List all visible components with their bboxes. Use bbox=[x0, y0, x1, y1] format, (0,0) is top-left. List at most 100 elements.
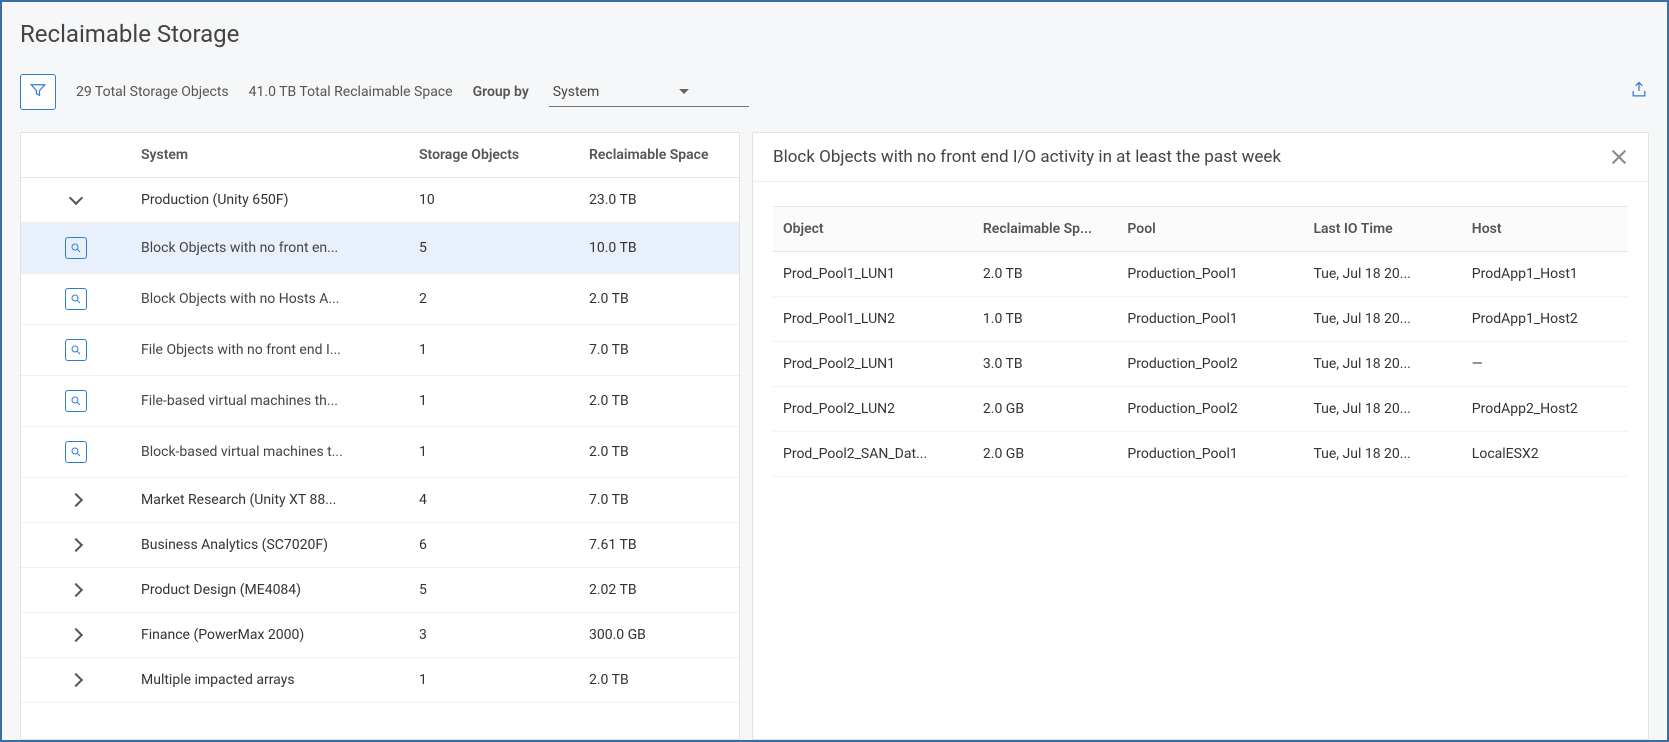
system-row[interactable]: Market Research (Unity XT 88... 4 7.0 TB bbox=[21, 478, 739, 523]
rule-row[interactable]: File Objects with no front end I... 1 7.… bbox=[21, 325, 739, 376]
object-link[interactable]: Prod_Pool2_LUN1 bbox=[773, 342, 967, 386]
chevron-right-icon[interactable] bbox=[69, 628, 83, 642]
toolbar: 29 Total Storage Objects 41.0 TB Total R… bbox=[20, 74, 1649, 110]
rule-space: 7.0 TB bbox=[579, 328, 739, 372]
system-row[interactable]: Product Design (ME4084) 5 2.02 TB bbox=[21, 568, 739, 613]
system-space: 23.0 TB bbox=[579, 178, 739, 222]
total-objects-text: 29 Total Storage Objects bbox=[76, 84, 229, 100]
row-host: ProdApp1_Host2 bbox=[1462, 297, 1628, 341]
system-space: 7.61 TB bbox=[579, 523, 739, 567]
system-space: 7.0 TB bbox=[579, 478, 739, 522]
system-row[interactable]: Production (Unity 650F) 10 23.0 TB bbox=[21, 178, 739, 223]
pool-link[interactable]: Production_Pool2 bbox=[1117, 387, 1297, 431]
row-host: ProdApp2_Host2 bbox=[1462, 387, 1628, 431]
rule-space: 2.0 TB bbox=[579, 430, 739, 474]
rule-objects: 1 bbox=[409, 379, 579, 423]
chevron-right-icon[interactable] bbox=[69, 493, 83, 507]
export-button[interactable] bbox=[1629, 78, 1649, 106]
rule-objects: 1 bbox=[409, 328, 579, 372]
rule-space: 2.0 TB bbox=[579, 277, 739, 321]
system-name[interactable]: Finance (PowerMax 2000) bbox=[131, 613, 409, 657]
system-name: Multiple impacted arrays bbox=[131, 658, 409, 702]
system-objects: 4 bbox=[409, 478, 579, 522]
col-host[interactable]: Host bbox=[1462, 207, 1628, 251]
system-name[interactable]: Business Analytics (SC7020F) bbox=[131, 523, 409, 567]
system-objects: 6 bbox=[409, 523, 579, 567]
pool-link[interactable]: Production_Pool1 bbox=[1117, 297, 1297, 341]
chevron-right-icon[interactable] bbox=[69, 673, 83, 687]
system-row[interactable]: Multiple impacted arrays 1 2.0 TB bbox=[21, 658, 739, 703]
system-objects: 5 bbox=[409, 568, 579, 612]
pool-link[interactable]: Production_Pool1 bbox=[1117, 252, 1297, 296]
col-pool[interactable]: Pool bbox=[1117, 207, 1297, 251]
rule-space: 10.0 TB bbox=[579, 226, 739, 270]
row-space: 3.0 TB bbox=[973, 342, 1112, 386]
row-last-io: Tue, Jul 18 20... bbox=[1303, 432, 1455, 476]
page-title: Reclaimable Storage bbox=[20, 20, 1649, 48]
row-last-io: Tue, Jul 18 20... bbox=[1303, 342, 1455, 386]
col-system[interactable]: System bbox=[131, 133, 409, 177]
table-row[interactable]: Prod_Pool1_LUN2 1.0 TB Production_Pool1 … bbox=[773, 297, 1628, 342]
rule-name: Block Objects with no front en... bbox=[131, 226, 409, 270]
col-storage-objects[interactable]: Storage Objects bbox=[409, 133, 579, 177]
rule-icon bbox=[65, 339, 87, 361]
table-row[interactable]: Prod_Pool1_LUN1 2.0 TB Production_Pool1 … bbox=[773, 252, 1628, 297]
rule-icon bbox=[65, 390, 87, 412]
system-name[interactable]: Market Research (Unity XT 88... bbox=[131, 478, 409, 522]
rule-icon bbox=[65, 237, 87, 259]
object-link[interactable]: Prod_Pool2_SAN_Dat... bbox=[773, 432, 967, 476]
row-host: — bbox=[1462, 342, 1628, 386]
table-row[interactable]: Prod_Pool2_LUN2 2.0 GB Production_Pool2 … bbox=[773, 387, 1628, 432]
group-by-label: Group by bbox=[473, 84, 529, 100]
system-objects: 3 bbox=[409, 613, 579, 657]
rule-objects: 5 bbox=[409, 226, 579, 270]
chevron-down-icon[interactable] bbox=[69, 191, 83, 205]
system-objects: 10 bbox=[409, 178, 579, 222]
chevron-right-icon[interactable] bbox=[69, 583, 83, 597]
rule-row[interactable]: Block Objects with no front en... 5 10.0… bbox=[21, 223, 739, 274]
col-last-io[interactable]: Last IO Time bbox=[1303, 207, 1455, 251]
pool-link[interactable]: Production_Pool2 bbox=[1117, 342, 1297, 386]
rule-objects: 1 bbox=[409, 430, 579, 474]
row-last-io: Tue, Jul 18 20... bbox=[1303, 252, 1455, 296]
object-link[interactable]: Prod_Pool2_LUN2 bbox=[773, 387, 967, 431]
rule-row[interactable]: Block Objects with no Hosts A... 2 2.0 T… bbox=[21, 274, 739, 325]
system-space: 2.0 TB bbox=[579, 658, 739, 702]
detail-title: Block Objects with no front end I/O acti… bbox=[773, 147, 1281, 167]
total-reclaimable-text: 41.0 TB Total Reclaimable Space bbox=[249, 84, 453, 100]
system-name[interactable]: Production (Unity 650F) bbox=[131, 178, 409, 222]
chevron-right-icon[interactable] bbox=[69, 538, 83, 552]
system-name[interactable]: Product Design (ME4084) bbox=[131, 568, 409, 612]
row-space: 1.0 TB bbox=[973, 297, 1112, 341]
col-reclaimable-space[interactable]: Reclaimable Sp... bbox=[973, 207, 1112, 251]
system-row[interactable]: Business Analytics (SC7020F) 6 7.61 TB bbox=[21, 523, 739, 568]
rule-name: Block-based virtual machines t... bbox=[131, 430, 409, 474]
object-link[interactable]: Prod_Pool1_LUN2 bbox=[773, 297, 967, 341]
group-by-value: System bbox=[553, 84, 599, 100]
group-by-select[interactable]: System bbox=[549, 78, 749, 107]
rule-row[interactable]: File-based virtual machines th... 1 2.0 … bbox=[21, 376, 739, 427]
chevron-down-icon bbox=[679, 89, 689, 94]
row-host: ProdApp1_Host1 bbox=[1462, 252, 1628, 296]
row-space: 2.0 GB bbox=[973, 432, 1112, 476]
system-row[interactable]: Finance (PowerMax 2000) 3 300.0 GB bbox=[21, 613, 739, 658]
detail-panel: Block Objects with no front end I/O acti… bbox=[752, 132, 1649, 740]
col-object[interactable]: Object bbox=[773, 207, 967, 251]
col-reclaimable-space[interactable]: Reclaimable Space bbox=[579, 133, 739, 177]
filter-icon bbox=[29, 81, 47, 103]
row-space: 2.0 TB bbox=[973, 252, 1112, 296]
filter-button[interactable] bbox=[20, 74, 56, 110]
object-link[interactable]: Prod_Pool1_LUN1 bbox=[773, 252, 967, 296]
rule-row[interactable]: Block-based virtual machines t... 1 2.0 … bbox=[21, 427, 739, 478]
system-space: 300.0 GB bbox=[579, 613, 739, 657]
close-button[interactable] bbox=[1610, 148, 1628, 166]
pool-link[interactable]: Production_Pool1 bbox=[1117, 432, 1297, 476]
systems-panel: System Storage Objects Reclaimable Space… bbox=[20, 132, 740, 740]
rule-name: File-based virtual machines th... bbox=[131, 379, 409, 423]
rule-objects: 2 bbox=[409, 277, 579, 321]
rule-name: File Objects with no front end I... bbox=[131, 328, 409, 372]
table-row[interactable]: Prod_Pool2_SAN_Dat... 2.0 GB Production_… bbox=[773, 432, 1628, 477]
row-last-io: Tue, Jul 18 20... bbox=[1303, 387, 1455, 431]
row-host: LocalESX2 bbox=[1462, 432, 1628, 476]
table-row[interactable]: Prod_Pool2_LUN1 3.0 TB Production_Pool2 … bbox=[773, 342, 1628, 387]
